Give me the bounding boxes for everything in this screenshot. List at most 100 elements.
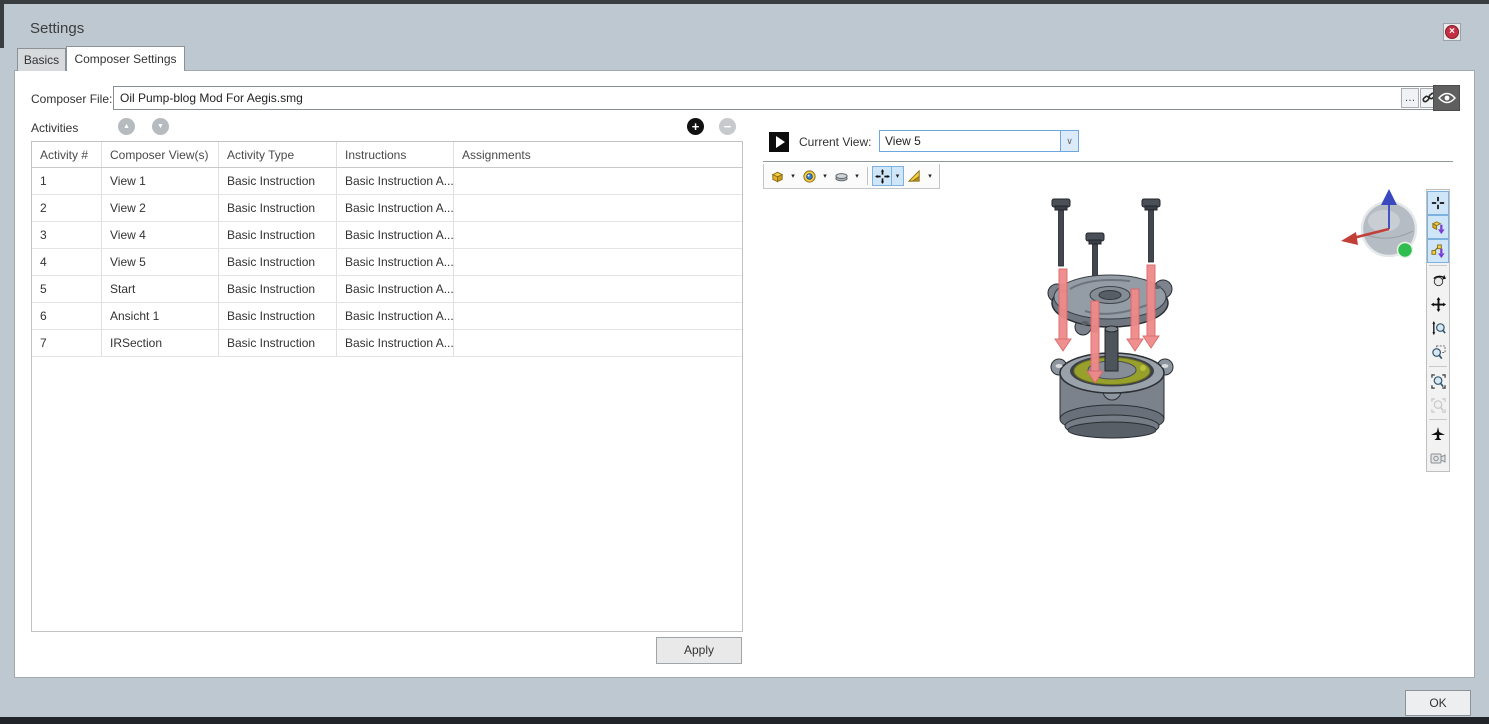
toolbar-separator <box>867 167 868 185</box>
cell-instructions: Basic Instruction A... <box>337 249 454 275</box>
table-row[interactable]: 3 View 4 Basic Instruction Basic Instruc… <box>32 222 742 249</box>
close-icon: × <box>1445 25 1459 39</box>
composer-file-label: Composer File: <box>31 92 112 106</box>
add-activity-button[interactable]: + <box>687 118 704 135</box>
path-arrow-icon <box>1431 244 1446 259</box>
chevron-down-icon[interactable]: ∨ <box>1060 131 1078 151</box>
oil-pump-model <box>1015 181 1215 441</box>
cell-composer-view: View 2 <box>102 195 219 221</box>
viewer-separator <box>763 161 1453 162</box>
zoom-area-button[interactable] <box>1427 340 1449 364</box>
cell-activity-type: Basic Instruction <box>219 330 337 356</box>
play-button[interactable] <box>769 132 789 152</box>
up-arrow-icon: ▲ <box>123 123 130 130</box>
table-row[interactable]: 7 IRSection Basic Instruction Basic Inst… <box>32 330 742 357</box>
cell-activity-number: 4 <box>32 249 102 275</box>
move-up-button[interactable]: ▲ <box>118 118 135 135</box>
cell-assignments <box>454 222 741 248</box>
current-view-select[interactable]: View 5 ∨ <box>879 130 1079 152</box>
airplane-icon <box>1430 426 1446 442</box>
select-crosshair-button[interactable] <box>1427 191 1449 215</box>
cell-activity-type: Basic Instruction <box>219 168 337 194</box>
cube-tool-button[interactable] <box>767 166 787 186</box>
table-row[interactable]: 4 View 5 Basic Instruction Basic Instruc… <box>32 249 742 276</box>
table-row[interactable]: 1 View 1 Basic Instruction Basic Instruc… <box>32 168 742 195</box>
camera-button[interactable] <box>1427 446 1449 470</box>
down-arrow-icon: ▼ <box>157 123 164 130</box>
eye-tool-button[interactable] <box>799 166 819 186</box>
cell-activity-number: 7 <box>32 330 102 356</box>
cell-composer-view: Ansicht 1 <box>102 303 219 329</box>
fly-through-button[interactable] <box>1427 422 1449 446</box>
cell-activity-type: Basic Instruction <box>219 249 337 275</box>
cell-activity-type: Basic Instruction <box>219 222 337 248</box>
cell-assignments <box>454 303 741 329</box>
tab-basics[interactable]: Basics <box>17 48 66 71</box>
table-row[interactable]: 6 Ansicht 1 Basic Instruction Basic Inst… <box>32 303 742 330</box>
cell-activity-number: 6 <box>32 303 102 329</box>
plus-icon: + <box>692 120 700 133</box>
table-header-row: Activity # Composer View(s) Activity Typ… <box>32 142 742 168</box>
dropdown-caret-icon[interactable]: ▾ <box>819 166 831 186</box>
page-title: Settings <box>30 20 84 37</box>
transform-path-button[interactable] <box>1427 239 1449 263</box>
settings-dialog: Settings × Basics Composer Settings Comp… <box>0 0 1489 724</box>
wedge-tool-button[interactable] <box>904 166 924 186</box>
ok-button[interactable]: OK <box>1405 690 1471 716</box>
current-view-label: Current View: <box>799 135 871 149</box>
cell-composer-view: View 1 <box>102 168 219 194</box>
column-header[interactable]: Assignments <box>454 142 741 167</box>
window-frame-bottom <box>0 717 1489 724</box>
cell-activity-type: Basic Instruction <box>219 276 337 302</box>
cell-instructions: Basic Instruction A... <box>337 222 454 248</box>
cell-instructions: Basic Instruction A... <box>337 276 454 302</box>
cell-activity-number: 5 <box>32 276 102 302</box>
apply-button[interactable]: Apply <box>656 637 742 664</box>
cell-assignments <box>454 276 741 302</box>
column-header[interactable]: Composer View(s) <box>102 142 219 167</box>
move-crosshair-icon <box>875 169 890 184</box>
column-header[interactable]: Instructions <box>337 142 454 167</box>
pan-button[interactable] <box>1427 292 1449 316</box>
dropdown-caret-icon[interactable]: ▾ <box>892 166 904 186</box>
cell-instructions: Basic Instruction A... <box>337 195 454 221</box>
zoom-area-icon <box>1431 345 1446 360</box>
column-header[interactable]: Activity # <box>32 142 102 167</box>
play-icon <box>776 136 785 148</box>
table-row[interactable]: 2 View 2 Basic Instruction Basic Instruc… <box>32 195 742 222</box>
zoom-selection-button[interactable] <box>1427 369 1449 393</box>
cell-instructions: Basic Instruction A... <box>337 303 454 329</box>
column-header[interactable]: Activity Type <box>219 142 337 167</box>
preview-button[interactable] <box>1433 85 1460 111</box>
move-tool-button[interactable] <box>872 166 892 186</box>
remove-activity-button[interactable]: − <box>719 118 736 135</box>
camera-icon <box>1430 452 1446 465</box>
close-button[interactable]: × <box>1443 23 1461 41</box>
browse-button[interactable]: … <box>1401 88 1419 108</box>
table-row[interactable]: 5 Start Basic Instruction Basic Instruct… <box>32 276 742 303</box>
layers-icon <box>834 169 849 184</box>
cell-assignments <box>454 168 741 194</box>
dropdown-caret-icon[interactable]: ▾ <box>851 166 863 186</box>
zoom-button[interactable] <box>1427 316 1449 340</box>
bolt <box>1052 199 1070 266</box>
cell-activity-type: Basic Instruction <box>219 195 337 221</box>
cell-instructions: Basic Instruction A... <box>337 330 454 356</box>
orbit-icon <box>1431 273 1446 288</box>
tab-composer-settings[interactable]: Composer Settings <box>66 46 185 71</box>
composer-file-input[interactable] <box>113 86 1440 110</box>
dropdown-caret-icon[interactable]: ▾ <box>787 166 799 186</box>
move-down-button[interactable]: ▼ <box>152 118 169 135</box>
cell-composer-view: View 4 <box>102 222 219 248</box>
eye-icon <box>1438 92 1456 104</box>
bolt <box>1142 199 1160 262</box>
pan-icon <box>1431 297 1446 312</box>
toolbar-separator <box>1429 419 1447 420</box>
activities-table: Activity # Composer View(s) Activity Typ… <box>31 141 743 632</box>
navigation-toolbar <box>1426 189 1450 472</box>
dropdown-caret-icon[interactable]: ▾ <box>924 166 936 186</box>
layers-tool-button[interactable] <box>831 166 851 186</box>
3d-viewport[interactable] <box>1015 181 1215 444</box>
translate-selection-button[interactable] <box>1427 215 1449 239</box>
orbit-button[interactable] <box>1427 268 1449 292</box>
